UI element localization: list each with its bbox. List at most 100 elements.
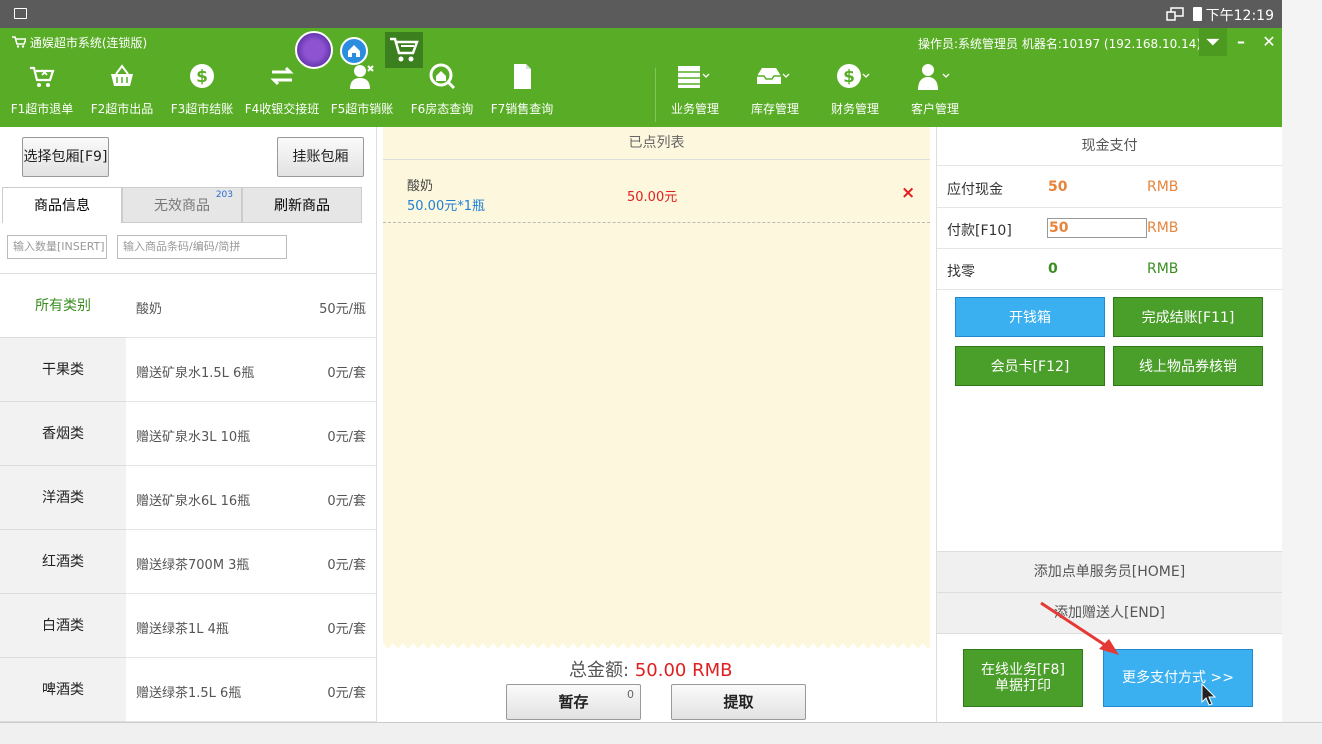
exchange-icon [268, 62, 296, 92]
product-item[interactable]: 酸奶 50元/瓶 [126, 274, 376, 338]
nav-label: F4收银交接班 [244, 102, 320, 116]
category-item[interactable]: 香烟类 [0, 402, 126, 466]
save-temp-count: 0 [627, 688, 634, 701]
annotation-arrow [1040, 601, 1119, 655]
battery-icon [1193, 7, 1202, 21]
select-room-button[interactable]: 选择包厢[F9] [22, 137, 109, 177]
open-drawer-button[interactable]: 开钱箱 [955, 297, 1105, 337]
product-name: 赠送矿泉水6L 16瓶 [136, 494, 251, 509]
tab-product-info[interactable]: 商品信息 [2, 187, 122, 223]
due-value: 50 [1048, 179, 1068, 195]
nav-label: F3超市结账 [170, 102, 234, 116]
order-item-name: 酸奶 [407, 179, 434, 194]
product-price: 50元/瓶 [319, 302, 366, 317]
ordered-list: 已点列表 酸奶 50.00元*1瓶 50.00元 × [383, 127, 930, 651]
house-search-icon [428, 62, 456, 92]
app-title-text: 通娱超市系统(连锁版) [29, 36, 148, 50]
nav-label: F1超市退单 [10, 102, 74, 116]
close-icon[interactable]: ✕ [1255, 28, 1283, 56]
nav-label: F7销售查询 [490, 102, 554, 116]
product-name: 赠送绿茶1L 4瓶 [136, 622, 229, 637]
product-name: 赠送绿茶700M 3瓶 [136, 558, 250, 573]
product-name: 赠送矿泉水1.5L 6瓶 [136, 366, 255, 381]
change-unit: RMB [1147, 261, 1179, 277]
nav-item-3[interactable]: F4收银交接班 [242, 62, 322, 122]
product-price: 0元/套 [327, 494, 366, 509]
due-label: 应付现金 [947, 182, 1003, 198]
product-price: 0元/套 [327, 622, 366, 637]
quantity-input[interactable]: 输入数量[INSERT] [7, 235, 107, 259]
nav-label: 库存管理 [750, 102, 799, 116]
home-icon[interactable] [340, 37, 368, 65]
svg-text:$: $ [843, 67, 855, 87]
product-item[interactable]: 赠送绿茶700M 3瓶 0元/套 [126, 530, 376, 594]
product-item[interactable]: 赠送矿泉水6L 16瓶 0元/套 [126, 466, 376, 530]
member-card-button[interactable]: 会员卡[F12] [955, 346, 1105, 386]
product-item[interactable]: 赠送矿泉水1.5L 6瓶 0元/套 [126, 338, 376, 402]
product-item[interactable]: 赠送绿茶1L 4瓶 0元/套 [126, 594, 376, 658]
app-title: 通娱超市系统(连锁版) [12, 34, 147, 51]
ordered-list-title: 已点列表 [383, 127, 930, 160]
remove-item-icon[interactable]: × [901, 183, 915, 203]
tab-refresh-products[interactable]: 刷新商品 [242, 187, 362, 223]
cart-logo-icon [12, 36, 28, 48]
change-row: 找零 0 RMB [937, 249, 1282, 290]
mouse-cursor-icon [1201, 683, 1217, 706]
nav-item-5[interactable]: F6房态查询 [402, 62, 482, 122]
product-price: 0元/套 [327, 430, 366, 445]
nav-item-1[interactable]: F2超市出品 [82, 62, 162, 122]
payment-panel: 现金支付 应付现金 50 RMB 付款[F10] 50 RMB 找零 0 RMB… [936, 127, 1282, 722]
category-item[interactable]: 红酒类 [0, 530, 126, 594]
total-value: 50.00 RMB [634, 660, 733, 681]
order-item-detail: 50.00元*1瓶 [407, 199, 485, 214]
product-search-input[interactable]: 输入商品条码/编码/简拼 [117, 235, 287, 259]
fetch-button[interactable]: 提取 [671, 684, 806, 720]
image-icon [14, 8, 27, 19]
category-item[interactable]: 干果类 [0, 338, 126, 402]
product-name: 酸奶 [136, 302, 163, 317]
category-item[interactable]: 洋酒类 [0, 466, 126, 530]
pay-label: 付款[F10] [947, 223, 1012, 239]
product-panel: 选择包厢[F9] 挂账包厢 商品信息 无效商品 203 刷新商品 输入数量[IN… [0, 127, 377, 722]
hang-room-button[interactable]: 挂账包厢 [277, 137, 364, 177]
online-voucher-button[interactable]: 线上物品券核销 [1113, 346, 1263, 386]
save-temp-button[interactable]: 暂存 0 [506, 684, 641, 720]
nav-manage-3[interactable]: 客户管理 [895, 62, 975, 122]
save-temp-label: 暂存 [558, 693, 589, 711]
nav-item-4[interactable]: F5超市销账 [322, 62, 402, 122]
dropdown-icon[interactable]: ⏷ [1199, 28, 1227, 56]
product-item[interactable]: 赠送矿泉水3L 10瓶 0元/套 [126, 402, 376, 466]
nav-manage-1[interactable]: 库存管理 [735, 62, 815, 122]
screen-mirror-icon [1166, 7, 1184, 21]
order-item[interactable]: 酸奶 50.00元*1瓶 50.00元 × [383, 161, 930, 223]
total-label: 总金额: [569, 660, 630, 681]
category-item[interactable]: 白酒类 [0, 594, 126, 658]
nav-manage-0[interactable]: 业务管理 [655, 62, 735, 122]
nav-item-6[interactable]: F7销售查询 [482, 62, 562, 122]
category-item[interactable]: 所有类别 [0, 274, 126, 338]
nav-label: 客户管理 [910, 102, 959, 116]
product-item[interactable]: 赠送绿茶1.5L 6瓶 0元/套 [126, 658, 376, 722]
minimize-icon[interactable]: – [1227, 28, 1255, 56]
finish-checkout-button[interactable]: 完成结账[F11] [1113, 297, 1263, 337]
document-icon [508, 62, 536, 92]
add-waiter-button[interactable]: 添加点单服务员[HOME] [937, 551, 1282, 592]
change-label: 找零 [947, 264, 975, 280]
due-unit: RMB [1147, 179, 1179, 195]
payment-input[interactable]: 50 [1047, 218, 1147, 238]
user-cancel-icon [348, 62, 376, 92]
user-icon [915, 62, 951, 92]
nav-label: 业务管理 [670, 102, 719, 116]
nav-manage-2[interactable]: $ 财务管理 [815, 62, 895, 122]
nav-item-0[interactable]: F1超市退单 [2, 62, 82, 122]
header-bar: 通娱超市系统(连锁版) 操作员:系统管理员 机器名:10197 (192.168… [0, 28, 1282, 127]
amount-due-row: 应付现金 50 RMB [937, 167, 1282, 208]
product-price: 0元/套 [327, 366, 366, 381]
nav-label: F5超市销账 [330, 102, 394, 116]
svg-text:$: $ [196, 67, 208, 87]
nav-item-2[interactable]: $ F3超市结账 [162, 62, 242, 122]
tab-invalid-products[interactable]: 无效商品 203 [122, 187, 242, 223]
product-price: 0元/套 [327, 558, 366, 573]
category-item[interactable]: 啤酒类 [0, 658, 126, 722]
order-item-amount: 50.00元 [627, 190, 678, 205]
